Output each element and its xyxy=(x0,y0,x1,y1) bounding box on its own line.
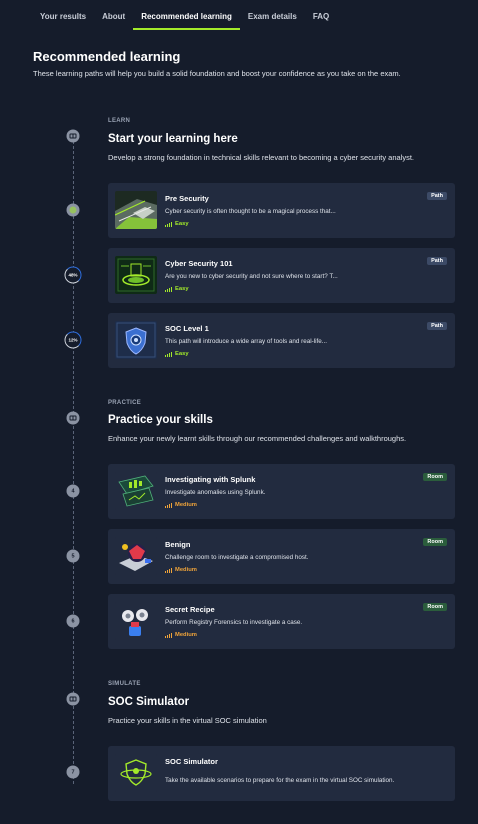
room-card-benign[interactable]: Benign Challenge room to investigate a c… xyxy=(108,529,455,584)
section-desc-practice: Enhance your newly learnt skills through… xyxy=(108,434,407,443)
room-badge: Room xyxy=(423,538,447,546)
step-number-5: 5 xyxy=(66,549,80,563)
splunk-thumbnail xyxy=(115,472,157,510)
difficulty-bars-icon xyxy=(165,352,172,357)
tab-about[interactable]: About xyxy=(94,0,133,30)
card-title: Secret Recipe xyxy=(165,605,215,614)
path-badge: Path xyxy=(427,257,447,265)
section-label-practice: PRACTICE xyxy=(108,400,142,406)
difficulty-easy: Easy xyxy=(165,221,189,227)
path-card-cyber-security-101[interactable]: Cyber Security 101 Are you new to cyber … xyxy=(108,248,455,303)
card-description: Take the available scenarios to prepare … xyxy=(165,777,395,784)
card-description: This path will introduce a wide array of… xyxy=(165,338,328,345)
book-icon xyxy=(66,692,80,706)
card-title: Pre Security xyxy=(165,194,209,203)
section-label-simulate: SIMULATE xyxy=(108,681,141,687)
progress-ring-12: 12% xyxy=(64,331,82,349)
tab-exam-details[interactable]: Exam details xyxy=(240,0,305,30)
card-description: Perform Registry Forensics to investigat… xyxy=(165,619,303,626)
card-title: Cyber Security 101 xyxy=(165,259,233,268)
room-badge: Room xyxy=(423,603,447,611)
difficulty-bars-icon xyxy=(165,222,172,227)
card-description: Are you new to cyber security and not su… xyxy=(165,273,338,280)
difficulty-easy: Easy xyxy=(165,286,189,292)
soc-simulator-icon xyxy=(115,754,157,792)
difficulty-bars-icon xyxy=(165,568,172,573)
step-number-4: 4 xyxy=(66,484,80,498)
card-description: Investigate anomalies using Splunk. xyxy=(165,489,266,496)
progress-ring-48: 48% xyxy=(64,266,82,284)
difficulty-medium: Medium xyxy=(165,502,197,508)
section-desc-learn: Develop a strong foundation in technical… xyxy=(108,153,414,162)
card-title: SOC Simulator xyxy=(165,757,218,766)
benign-thumbnail xyxy=(115,537,157,575)
card-description: Challenge room to investigate a compromi… xyxy=(165,554,309,561)
path-badge: Path xyxy=(427,322,447,330)
soc-level-1-thumbnail xyxy=(115,321,157,359)
book-icon xyxy=(66,411,80,425)
secret-recipe-thumbnail xyxy=(115,602,157,640)
step-number-6: 6 xyxy=(66,614,80,628)
page-title: Recommended learning xyxy=(33,49,181,64)
page-subtitle: These learning paths will help you build… xyxy=(33,69,401,78)
card-title: Investigating with Splunk xyxy=(165,475,256,484)
section-label-learn: LEARN xyxy=(108,118,131,124)
room-card-secret-recipe[interactable]: Secret Recipe Perform Registry Forensics… xyxy=(108,594,455,649)
section-title-simulate: SOC Simulator xyxy=(108,696,190,708)
card-title: Benign xyxy=(165,540,191,549)
section-desc-simulate: Practice your skills in the virtual SOC … xyxy=(108,716,267,725)
card-title: SOC Level 1 xyxy=(165,324,209,333)
difficulty-easy: Easy xyxy=(165,351,189,357)
difficulty-bars-icon xyxy=(165,633,172,638)
path-badge: Path xyxy=(427,192,447,200)
path-card-soc-level-1[interactable]: SOC Level 1 This path will introduce a w… xyxy=(108,313,455,368)
card-description: Cyber security is often thought to be a … xyxy=(165,208,336,215)
step-number-7: 7 xyxy=(66,765,80,779)
difficulty-medium: Medium xyxy=(165,567,197,573)
path-card-pre-security[interactable]: Pre Security Cyber security is often tho… xyxy=(108,183,455,238)
completed-step-icon xyxy=(66,203,80,217)
cyber-security-101-thumbnail xyxy=(115,256,157,294)
book-icon xyxy=(66,129,80,143)
tab-bar: Your results About Recommended learning … xyxy=(32,0,337,30)
pre-security-thumbnail xyxy=(115,191,157,229)
simulator-card-soc-simulator[interactable]: SOC Simulator Take the available scenari… xyxy=(108,746,455,801)
difficulty-bars-icon xyxy=(165,287,172,292)
tab-your-results[interactable]: Your results xyxy=(32,0,94,30)
room-badge: Room xyxy=(423,473,447,481)
section-title-practice: Practice your skills xyxy=(108,414,213,426)
difficulty-bars-icon xyxy=(165,503,172,508)
room-card-investigating-with-splunk[interactable]: Investigating with Splunk Investigate an… xyxy=(108,464,455,519)
tab-faq[interactable]: FAQ xyxy=(305,0,337,30)
difficulty-medium: Medium xyxy=(165,632,197,638)
section-title-learn: Start your learning here xyxy=(108,133,238,145)
timeline-line xyxy=(73,136,74,784)
tab-recommended-learning[interactable]: Recommended learning xyxy=(133,0,240,30)
